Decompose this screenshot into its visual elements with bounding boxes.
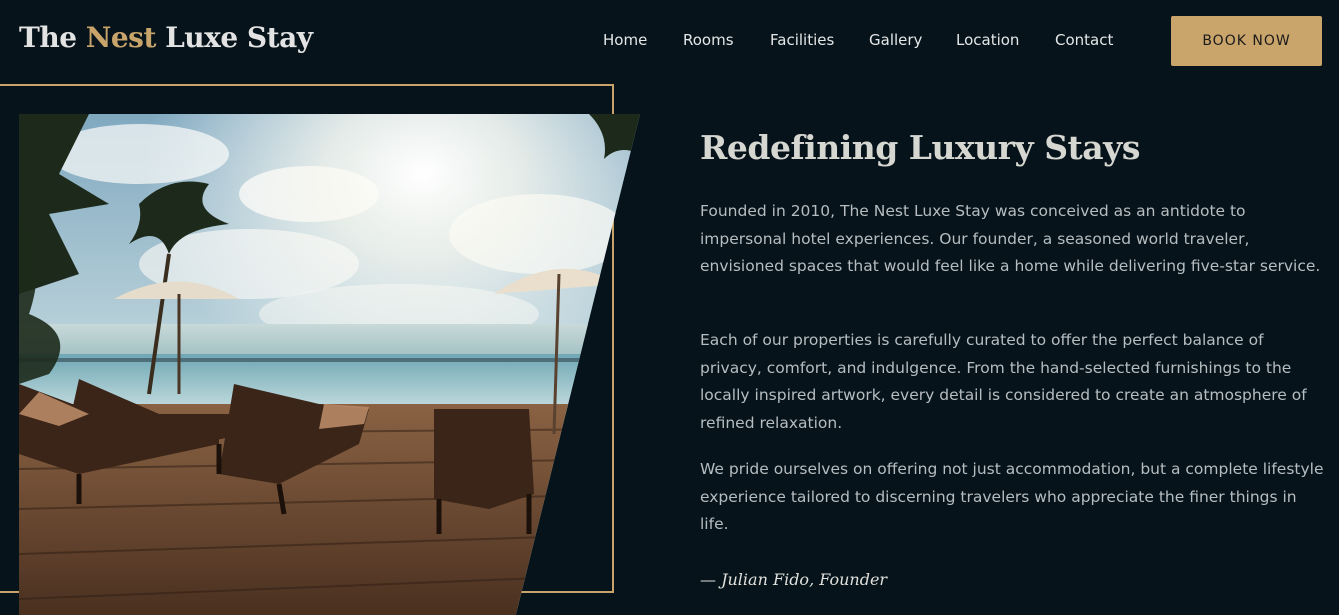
book-now-button[interactable]: BOOK NOW	[1171, 16, 1322, 66]
main-nav: Home Rooms Facilities Gallery Location C…	[0, 31, 1339, 53]
nav-facilities[interactable]: Facilities	[770, 31, 834, 49]
about-paragraph-3: We pride ourselves on offering not just …	[700, 460, 1324, 533]
nav-rooms[interactable]: Rooms	[683, 31, 734, 49]
nav-gallery[interactable]: Gallery	[869, 31, 922, 49]
nav-home[interactable]: Home	[603, 31, 647, 49]
site-header: The Nest Luxe Stay Home Rooms Facilities…	[0, 0, 1339, 82]
about-paragraph-2: Each of our properties is carefully cura…	[700, 331, 1307, 432]
nav-contact[interactable]: Contact	[1055, 31, 1113, 49]
founder-signature: — Julian Fido, Founder	[700, 570, 888, 589]
nav-location[interactable]: Location	[956, 31, 1019, 49]
section-heading: Redefining Luxury Stays	[700, 128, 1140, 167]
about-paragraph-1: Founded in 2010, The Nest Luxe Stay was …	[700, 202, 1321, 275]
